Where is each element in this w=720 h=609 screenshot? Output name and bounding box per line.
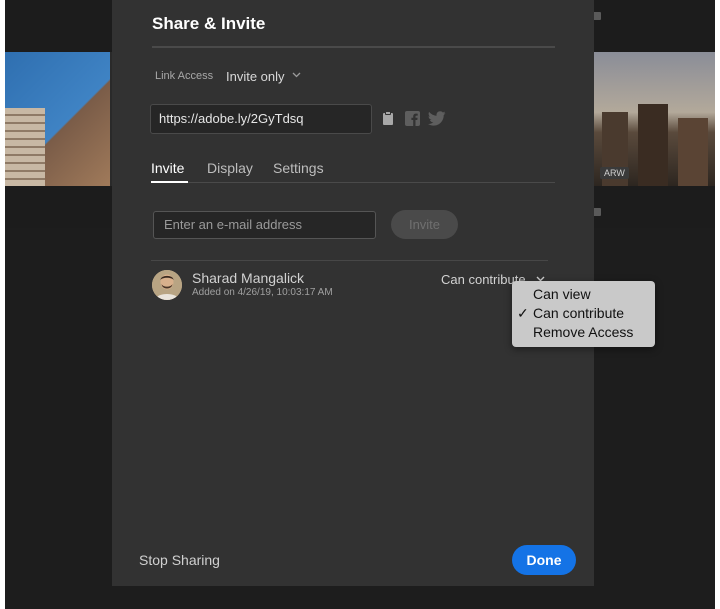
email-input[interactable]: Enter an e-mail address	[153, 211, 376, 239]
tab-bar-divider	[151, 182, 555, 183]
done-button[interactable]: Done	[512, 545, 576, 575]
tab-invite[interactable]: Invite	[151, 160, 184, 176]
building-shape	[638, 104, 668, 186]
menu-item-can-view[interactable]: Can view	[533, 286, 591, 302]
collaborator-added-date: Added on 4/26/19, 10:03:17 AM	[192, 287, 333, 298]
collaborator-name: Sharad Mangalick	[192, 270, 305, 286]
building-shape	[5, 108, 45, 186]
photo-thumbnail-right[interactable]	[594, 52, 715, 186]
file-type-badge: ARW	[600, 167, 629, 179]
menu-item-remove-access[interactable]: Remove Access	[533, 324, 633, 340]
facebook-icon[interactable]	[405, 111, 420, 126]
link-access-dropdown[interactable]: Invite only	[226, 69, 285, 84]
link-access-label: Link Access	[155, 70, 214, 82]
stop-sharing-button[interactable]: Stop Sharing	[139, 552, 220, 568]
clipboard-icon[interactable]	[382, 111, 394, 126]
active-tab-indicator	[151, 181, 188, 183]
tab-settings[interactable]: Settings	[273, 160, 324, 176]
collaborator-list-divider	[151, 260, 548, 261]
photo-thumbnail-left[interactable]	[5, 52, 110, 186]
share-url-field[interactable]: https://adobe.ly/2GyTdsq	[150, 104, 372, 134]
twitter-icon[interactable]	[428, 111, 446, 126]
menu-item-can-contribute[interactable]: Can contribute	[533, 305, 624, 321]
checkmark-icon: ✓	[517, 305, 529, 321]
avatar	[152, 270, 182, 300]
building-shape	[678, 118, 708, 186]
chevron-down-icon[interactable]	[292, 72, 301, 78]
permission-menu: Can view ✓ Can contribute Remove Access	[512, 281, 655, 347]
tab-display[interactable]: Display	[207, 160, 253, 176]
tab-bar: Invite Display Settings	[151, 158, 555, 184]
title-divider	[152, 46, 555, 48]
dialog-title: Share & Invite	[152, 14, 266, 33]
invite-button[interactable]: Invite	[391, 210, 458, 239]
